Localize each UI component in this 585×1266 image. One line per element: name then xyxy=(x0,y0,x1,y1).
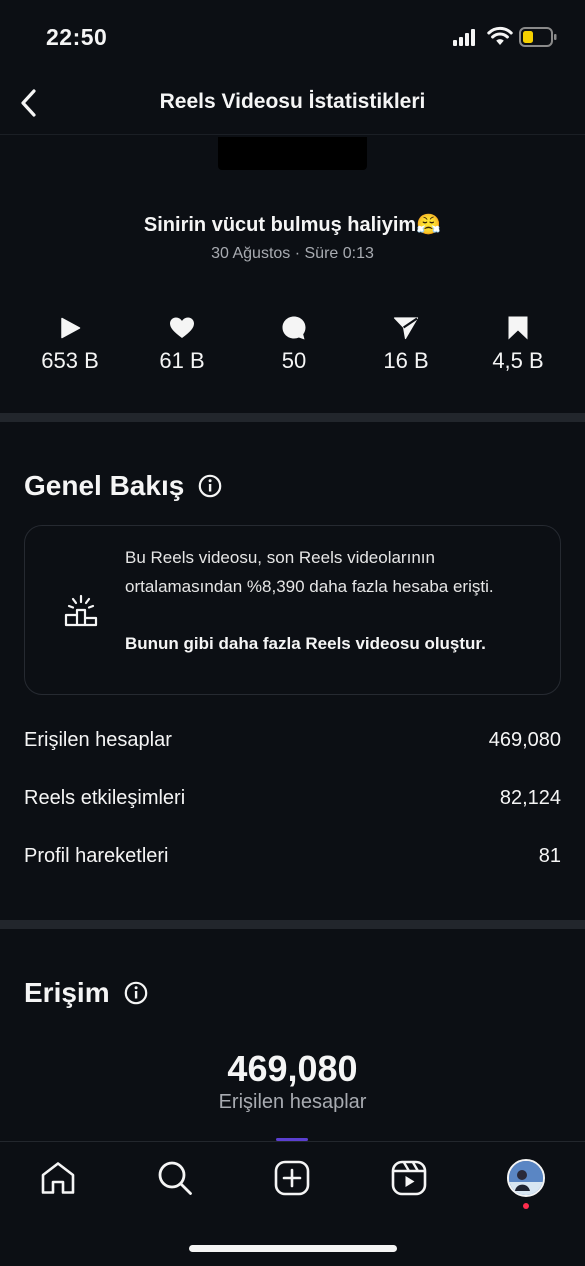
battery-low-icon xyxy=(519,27,557,47)
share-icon xyxy=(393,317,419,340)
stat-value: 82,124 xyxy=(499,786,561,809)
stat-value: 81 xyxy=(538,844,561,867)
overview-heading: Genel Bakış xyxy=(24,470,222,502)
reach-value: 469,080 xyxy=(227,1048,358,1089)
stat-label: Erişilen hesaplar xyxy=(24,728,172,751)
reel-thumbnail[interactable] xyxy=(218,137,367,170)
info-icon[interactable] xyxy=(124,981,148,1005)
stat-row-reels-interactions[interactable]: Reels etkileşimleri 82,124 xyxy=(24,783,561,813)
metric-value: 16 B xyxy=(383,348,429,373)
reels-insights-screen: 22:50 Reels Videosu İstatistikleri Sinir… xyxy=(0,0,585,1266)
metric-value: 50 xyxy=(281,348,307,373)
tab-reels[interactable] xyxy=(389,1158,429,1198)
section-divider xyxy=(0,920,585,929)
page-title: Reels Videosu İstatistikleri xyxy=(159,90,426,113)
avatar-photo xyxy=(509,1161,543,1195)
play-icon xyxy=(61,317,81,339)
reach-label: Erişilen hesaplar xyxy=(218,1091,367,1113)
home-indicator[interactable] xyxy=(189,1245,397,1252)
header: Reels Videosu İstatistikleri xyxy=(0,75,585,135)
profile-avatar[interactable] xyxy=(507,1159,545,1197)
home-icon xyxy=(41,1162,75,1194)
stat-value: 469,080 xyxy=(488,728,561,751)
create-icon xyxy=(274,1160,310,1196)
insight-text: Bu Reels videosu, son Reels videolarının… xyxy=(125,548,494,596)
notification-dot xyxy=(523,1203,529,1209)
stat-label: Reels etkileşimleri xyxy=(24,786,186,809)
metric-value: 653 B xyxy=(41,348,99,373)
podium-icon xyxy=(64,594,98,627)
stat-row-accounts-reached[interactable]: Erişilen hesaplar 469,080 xyxy=(24,725,561,755)
create-more-reels-link[interactable]: Bunun gibi daha fazla Reels videosu oluş… xyxy=(125,633,545,655)
section-divider xyxy=(0,413,585,422)
info-icon[interactable] xyxy=(198,474,222,498)
status-time: 22:50 xyxy=(46,24,108,50)
reach-heading: Erişim xyxy=(24,977,148,1009)
stat-label: Profil hareketleri xyxy=(24,844,169,867)
metric-value: 61 B xyxy=(159,348,205,373)
stat-row-profile-activity[interactable]: Profil hareketleri 81 xyxy=(24,841,561,871)
wifi-icon xyxy=(487,26,513,45)
reels-icon xyxy=(391,1160,427,1196)
overview-title: Genel Bakış xyxy=(24,470,185,501)
metric-saves: 4,5 B xyxy=(462,315,574,380)
search-icon xyxy=(158,1161,192,1195)
metric-comments: 50 xyxy=(238,315,350,380)
metric-plays: 653 B xyxy=(14,315,126,380)
status-bar: 22:50 xyxy=(0,0,585,75)
engagement-metrics: 653 B 61 B 50 16 B 4,5 B xyxy=(14,315,574,380)
tab-home[interactable] xyxy=(38,1158,78,1198)
heart-icon xyxy=(170,317,194,338)
reel-meta: 30 Ağustos · Süre 0:13 xyxy=(211,245,374,262)
reel-caption: Sinirin vücut bulmuş haliyim😤 xyxy=(143,214,442,236)
cellular-signal-icon xyxy=(453,29,475,46)
reach-title: Erişim xyxy=(24,977,110,1008)
metric-likes: 61 B xyxy=(126,315,238,380)
tab-search[interactable] xyxy=(155,1158,195,1198)
metric-value: 4,5 B xyxy=(492,348,544,373)
insight-card: Bu Reels videosu, son Reels videolarının… xyxy=(24,525,561,695)
comment-icon xyxy=(282,316,306,340)
tab-create[interactable] xyxy=(272,1158,312,1198)
metric-shares: 16 B xyxy=(350,315,462,380)
bookmark-icon xyxy=(508,316,528,340)
